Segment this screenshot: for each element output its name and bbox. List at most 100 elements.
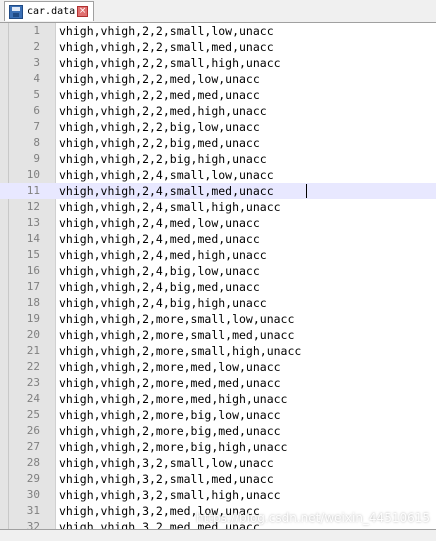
line-number: 31	[26, 504, 40, 517]
line-number: 29	[26, 472, 40, 485]
line-number: 21	[26, 344, 40, 357]
watermark: https://blog.csdn.net/weixin_44510615	[195, 511, 430, 525]
editor-line[interactable]: 10 vhigh,vhigh,2,4,small,low,unacc	[0, 167, 436, 183]
line-number: 18	[26, 296, 40, 309]
line-text[interactable]: vhigh,vhigh,2,4,big,low,unacc	[59, 263, 260, 279]
text-editor[interactable]: 1 vhigh,vhigh,2,2,small,low,unacc 2 vhigh,v…	[0, 23, 436, 529]
editor-line[interactable]: 16 vhigh,vhigh,2,4,big,low,unacc	[0, 263, 436, 279]
line-number: 24	[26, 392, 40, 405]
line-number: 15	[26, 248, 40, 261]
editor-line[interactable]: 1 vhigh,vhigh,2,2,small,low,unacc	[0, 23, 436, 39]
editor-line[interactable]: 25 vhigh,vhigh,2,more,big,low,unacc	[0, 407, 436, 423]
line-text[interactable]: vhigh,vhigh,2,4,med,med,unacc	[59, 231, 260, 247]
line-text[interactable]: vhigh,vhigh,2,4,big,high,unacc	[59, 295, 267, 311]
line-text[interactable]: vhigh,vhigh,2,more,small,med,unacc	[59, 327, 294, 343]
line-text[interactable]: vhigh,vhigh,2,4,med,low,unacc	[59, 215, 260, 231]
editor-line[interactable]: 6 vhigh,vhigh,2,2,med,high,unacc	[0, 103, 436, 119]
line-number: 26	[26, 424, 40, 437]
line-text[interactable]: vhigh,vhigh,2,2,big,med,unacc	[59, 135, 260, 151]
editor-line[interactable]: 9 vhigh,vhigh,2,2,big,high,unacc	[0, 151, 436, 167]
line-text[interactable]: vhigh,vhigh,2,4,big,med,unacc	[59, 279, 260, 295]
editor-line[interactable]: 13 vhigh,vhigh,2,4,med,low,unacc	[0, 215, 436, 231]
line-number: 1	[33, 24, 40, 37]
editor-line[interactable]: 15 vhigh,vhigh,2,4,med,high,unacc	[0, 247, 436, 263]
editor-line[interactable]: 19 vhigh,vhigh,2,more,small,low,unacc	[0, 311, 436, 327]
editor-lines[interactable]: 1 vhigh,vhigh,2,2,small,low,unacc 2 vhigh,v…	[0, 23, 436, 529]
line-number: 27	[26, 440, 40, 453]
line-text[interactable]: vhigh,vhigh,2,4,small,med,unacc	[59, 183, 274, 199]
editor-line[interactable]: 4 vhigh,vhigh,2,2,med,low,unacc	[0, 71, 436, 87]
text-caret	[306, 184, 307, 198]
editor-line[interactable]: 3 vhigh,vhigh,2,2,small,high,unacc	[0, 55, 436, 71]
line-text[interactable]: vhigh,vhigh,2,2,big,low,unacc	[59, 119, 260, 135]
editor-line[interactable]: 5 vhigh,vhigh,2,2,med,med,unacc	[0, 87, 436, 103]
line-number: 20	[26, 328, 40, 341]
line-text[interactable]: vhigh,vhigh,2,more,med,high,unacc	[59, 391, 287, 407]
editor-line[interactable]: 2 vhigh,vhigh,2,2,small,med,unacc	[0, 39, 436, 55]
editor-line[interactable]: 28 vhigh,vhigh,3,2,small,low,unacc	[0, 455, 436, 471]
line-text[interactable]: vhigh,vhigh,3,2,small,low,unacc	[59, 455, 274, 471]
editor-line[interactable]: 18 vhigh,vhigh,2,4,big,high,unacc	[0, 295, 436, 311]
close-icon[interactable]: ×	[77, 6, 89, 17]
line-number: 22	[26, 360, 40, 373]
line-text[interactable]: vhigh,vhigh,2,more,small,low,unacc	[59, 311, 294, 327]
line-text[interactable]: vhigh,vhigh,2,2,big,high,unacc	[59, 151, 267, 167]
editor-line[interactable]: 27 vhigh,vhigh,2,more,big,high,unacc	[0, 439, 436, 455]
line-text[interactable]: vhigh,vhigh,2,4,small,high,unacc	[59, 199, 281, 215]
line-number: 3	[33, 56, 40, 69]
line-text[interactable]: vhigh,vhigh,2,more,small,high,unacc	[59, 343, 301, 359]
line-text[interactable]: vhigh,vhigh,2,more,med,low,unacc	[59, 359, 281, 375]
editor-line[interactable]: 8 vhigh,vhigh,2,2,big,med,unacc	[0, 135, 436, 151]
line-text[interactable]: vhigh,vhigh,2,more,big,med,unacc	[59, 423, 281, 439]
line-text[interactable]: vhigh,vhigh,2,2,med,low,unacc	[59, 71, 260, 87]
line-number: 11	[26, 184, 40, 197]
line-number: 32	[26, 520, 40, 529]
line-text[interactable]: vhigh,vhigh,2,2,small,low,unacc	[59, 23, 274, 39]
editor-line[interactable]: 26 vhigh,vhigh,2,more,big,med,unacc	[0, 423, 436, 439]
line-text[interactable]: vhigh,vhigh,2,2,med,high,unacc	[59, 103, 267, 119]
line-text[interactable]: vhigh,vhigh,2,more,big,high,unacc	[59, 439, 287, 455]
editor-line[interactable]: 21 vhigh,vhigh,2,more,small,high,unacc	[0, 343, 436, 359]
editor-line[interactable]: 30 vhigh,vhigh,3,2,small,high,unacc	[0, 487, 436, 503]
editor-line[interactable]: 12 vhigh,vhigh,2,4,small,high,unacc	[0, 199, 436, 215]
line-number: 9	[33, 152, 40, 165]
editor-line[interactable]: 20 vhigh,vhigh,2,more,small,med,unacc	[0, 327, 436, 343]
line-number: 14	[26, 232, 40, 245]
line-number: 13	[26, 216, 40, 229]
line-number: 16	[26, 264, 40, 277]
tab-title: car.data	[27, 6, 76, 17]
line-number: 10	[26, 168, 40, 181]
line-text[interactable]: vhigh,vhigh,2,2,med,med,unacc	[59, 87, 260, 103]
line-text[interactable]: vhigh,vhigh,2,more,med,med,unacc	[59, 375, 281, 391]
line-number: 17	[26, 280, 40, 293]
line-text[interactable]: vhigh,vhigh,3,2,small,high,unacc	[59, 487, 281, 503]
line-text[interactable]: vhigh,vhigh,2,2,small,high,unacc	[59, 55, 281, 71]
line-number: 2	[33, 40, 40, 53]
line-number: 23	[26, 376, 40, 389]
editor-line[interactable]: 14 vhigh,vhigh,2,4,med,med,unacc	[0, 231, 436, 247]
line-number: 5	[33, 88, 40, 101]
line-text[interactable]: vhigh,vhigh,2,4,med,high,unacc	[59, 247, 267, 263]
editor-line[interactable]: 11 vhigh,vhigh,2,4,small,med,unacc	[0, 183, 436, 199]
line-text[interactable]: vhigh,vhigh,3,2,small,med,unacc	[59, 471, 274, 487]
line-number: 25	[26, 408, 40, 421]
line-number: 28	[26, 456, 40, 469]
editor-line[interactable]: 22 vhigh,vhigh,2,more,med,low,unacc	[0, 359, 436, 375]
editor-line[interactable]: 29 vhigh,vhigh,3,2,small,med,unacc	[0, 471, 436, 487]
editor-line[interactable]: 23 vhigh,vhigh,2,more,med,med,unacc	[0, 375, 436, 391]
line-number: 4	[33, 72, 40, 85]
line-number: 12	[26, 200, 40, 213]
tab-bar: car.data ×	[0, 0, 436, 23]
line-number: 7	[33, 120, 40, 133]
tab-car-data[interactable]: car.data ×	[4, 1, 94, 21]
editor-line[interactable]: 7 vhigh,vhigh,2,2,big,low,unacc	[0, 119, 436, 135]
editor-line[interactable]: 17 vhigh,vhigh,2,4,big,med,unacc	[0, 279, 436, 295]
save-icon	[9, 4, 23, 19]
line-number: 6	[33, 104, 40, 117]
line-text[interactable]: vhigh,vhigh,2,more,big,low,unacc	[59, 407, 281, 423]
line-number: 19	[26, 312, 40, 325]
line-text[interactable]: vhigh,vhigh,2,2,small,med,unacc	[59, 39, 274, 55]
line-text[interactable]: vhigh,vhigh,2,4,small,low,unacc	[59, 167, 274, 183]
editor-line[interactable]: 24 vhigh,vhigh,2,more,med,high,unacc	[0, 391, 436, 407]
line-number: 30	[26, 488, 40, 501]
